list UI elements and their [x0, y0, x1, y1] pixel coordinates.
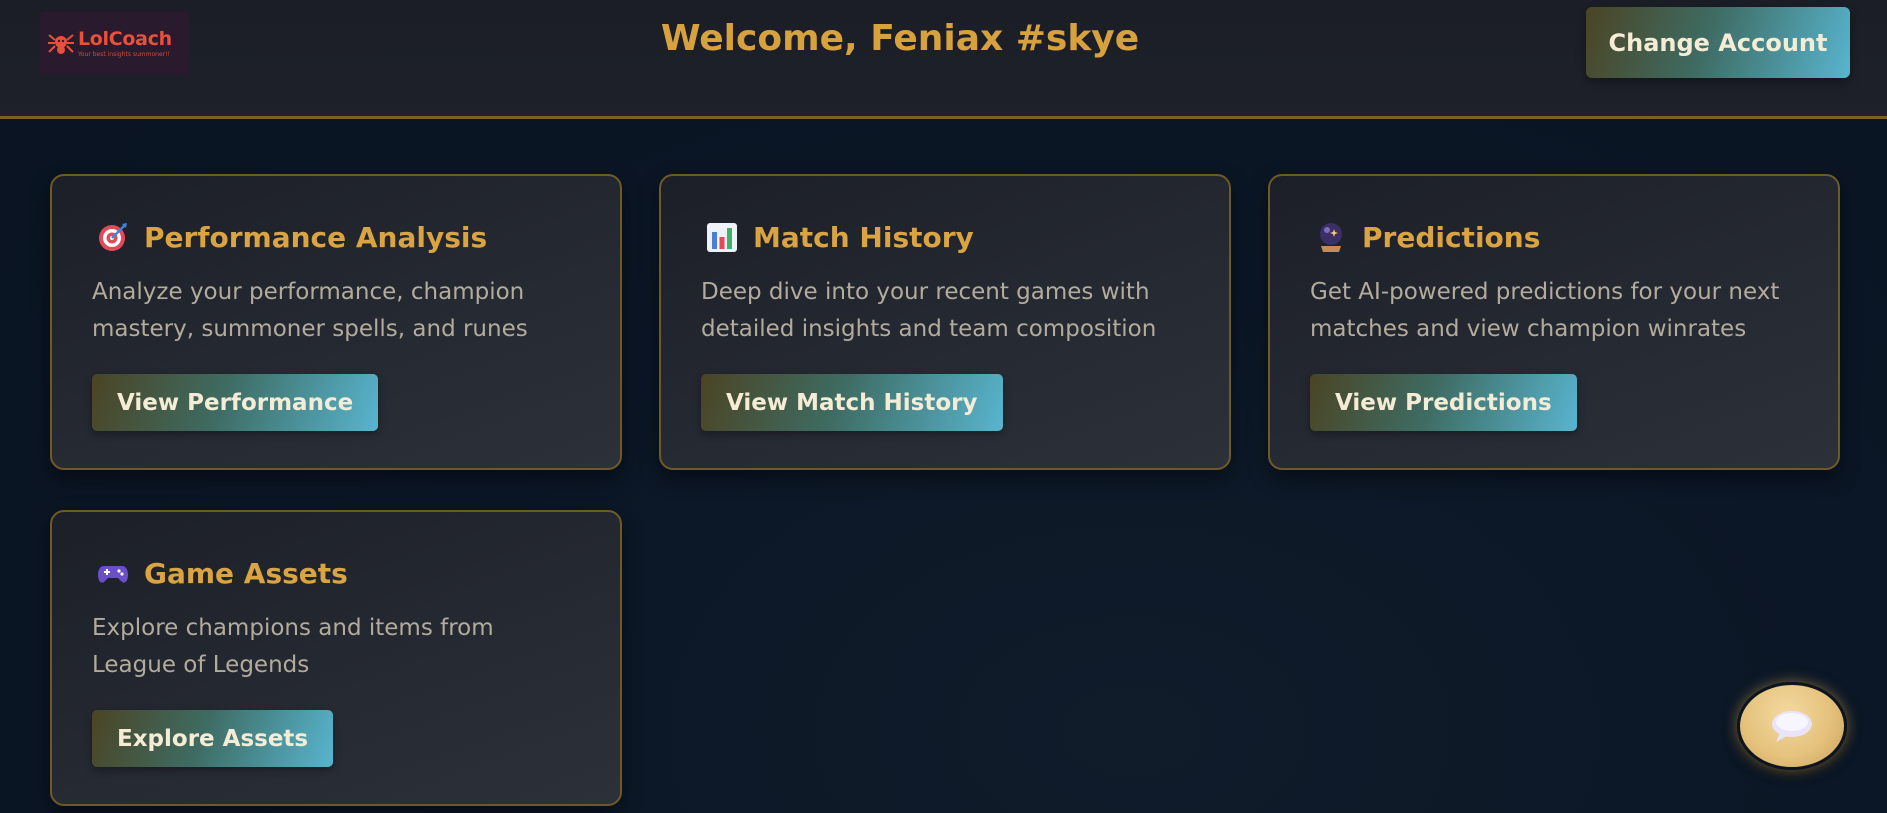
card-title: Performance Analysis: [96, 220, 487, 254]
view-match-history-button[interactable]: View Match History: [701, 374, 1003, 431]
explore-assets-button[interactable]: Explore Assets: [92, 710, 334, 767]
bar-chart-icon: [707, 223, 737, 252]
crystal-ball-icon: [1320, 223, 1342, 252]
welcome-heading: Welcome, Feniax #skye: [660, 18, 1140, 59]
view-predictions-button[interactable]: View Predictions: [1310, 374, 1577, 431]
game-controller-icon: [98, 566, 128, 583]
card-match-history: Match History Deep dive into your recent…: [659, 174, 1231, 470]
card-description: Analyze your performance, champion maste…: [92, 279, 528, 342]
card-performance-analysis: Performance Analysis Analyze your perfor…: [50, 174, 622, 470]
top-header: LolCoach Your best insights summoner!! W…: [0, 0, 1887, 119]
card-title: Game Assets: [96, 556, 348, 590]
target-icon: [99, 223, 127, 251]
card-game-assets: Game Assets Explore champions and items …: [50, 510, 622, 806]
view-performance-button[interactable]: View Performance: [92, 374, 379, 431]
card-title: Match History: [705, 220, 974, 254]
card-description: Get AI-powered predictions for your next…: [1310, 279, 1780, 342]
card-title-text: Predictions: [1362, 220, 1541, 254]
card-description: Explore champions and items from League …: [92, 615, 494, 678]
card-title-text: Performance Analysis: [144, 220, 488, 254]
card-title-text: Match History: [753, 220, 974, 254]
speech-bubble-icon: [1772, 711, 1812, 742]
chat-button[interactable]: [1737, 682, 1847, 770]
card-predictions: Predictions Get AI-powered predictions f…: [1268, 174, 1840, 470]
card-title-text: Game Assets: [144, 556, 348, 590]
card-description: Deep dive into your recent games with de…: [701, 279, 1157, 342]
change-account-button[interactable]: Change Account: [1586, 7, 1850, 78]
card-title: Predictions: [1314, 220, 1540, 254]
